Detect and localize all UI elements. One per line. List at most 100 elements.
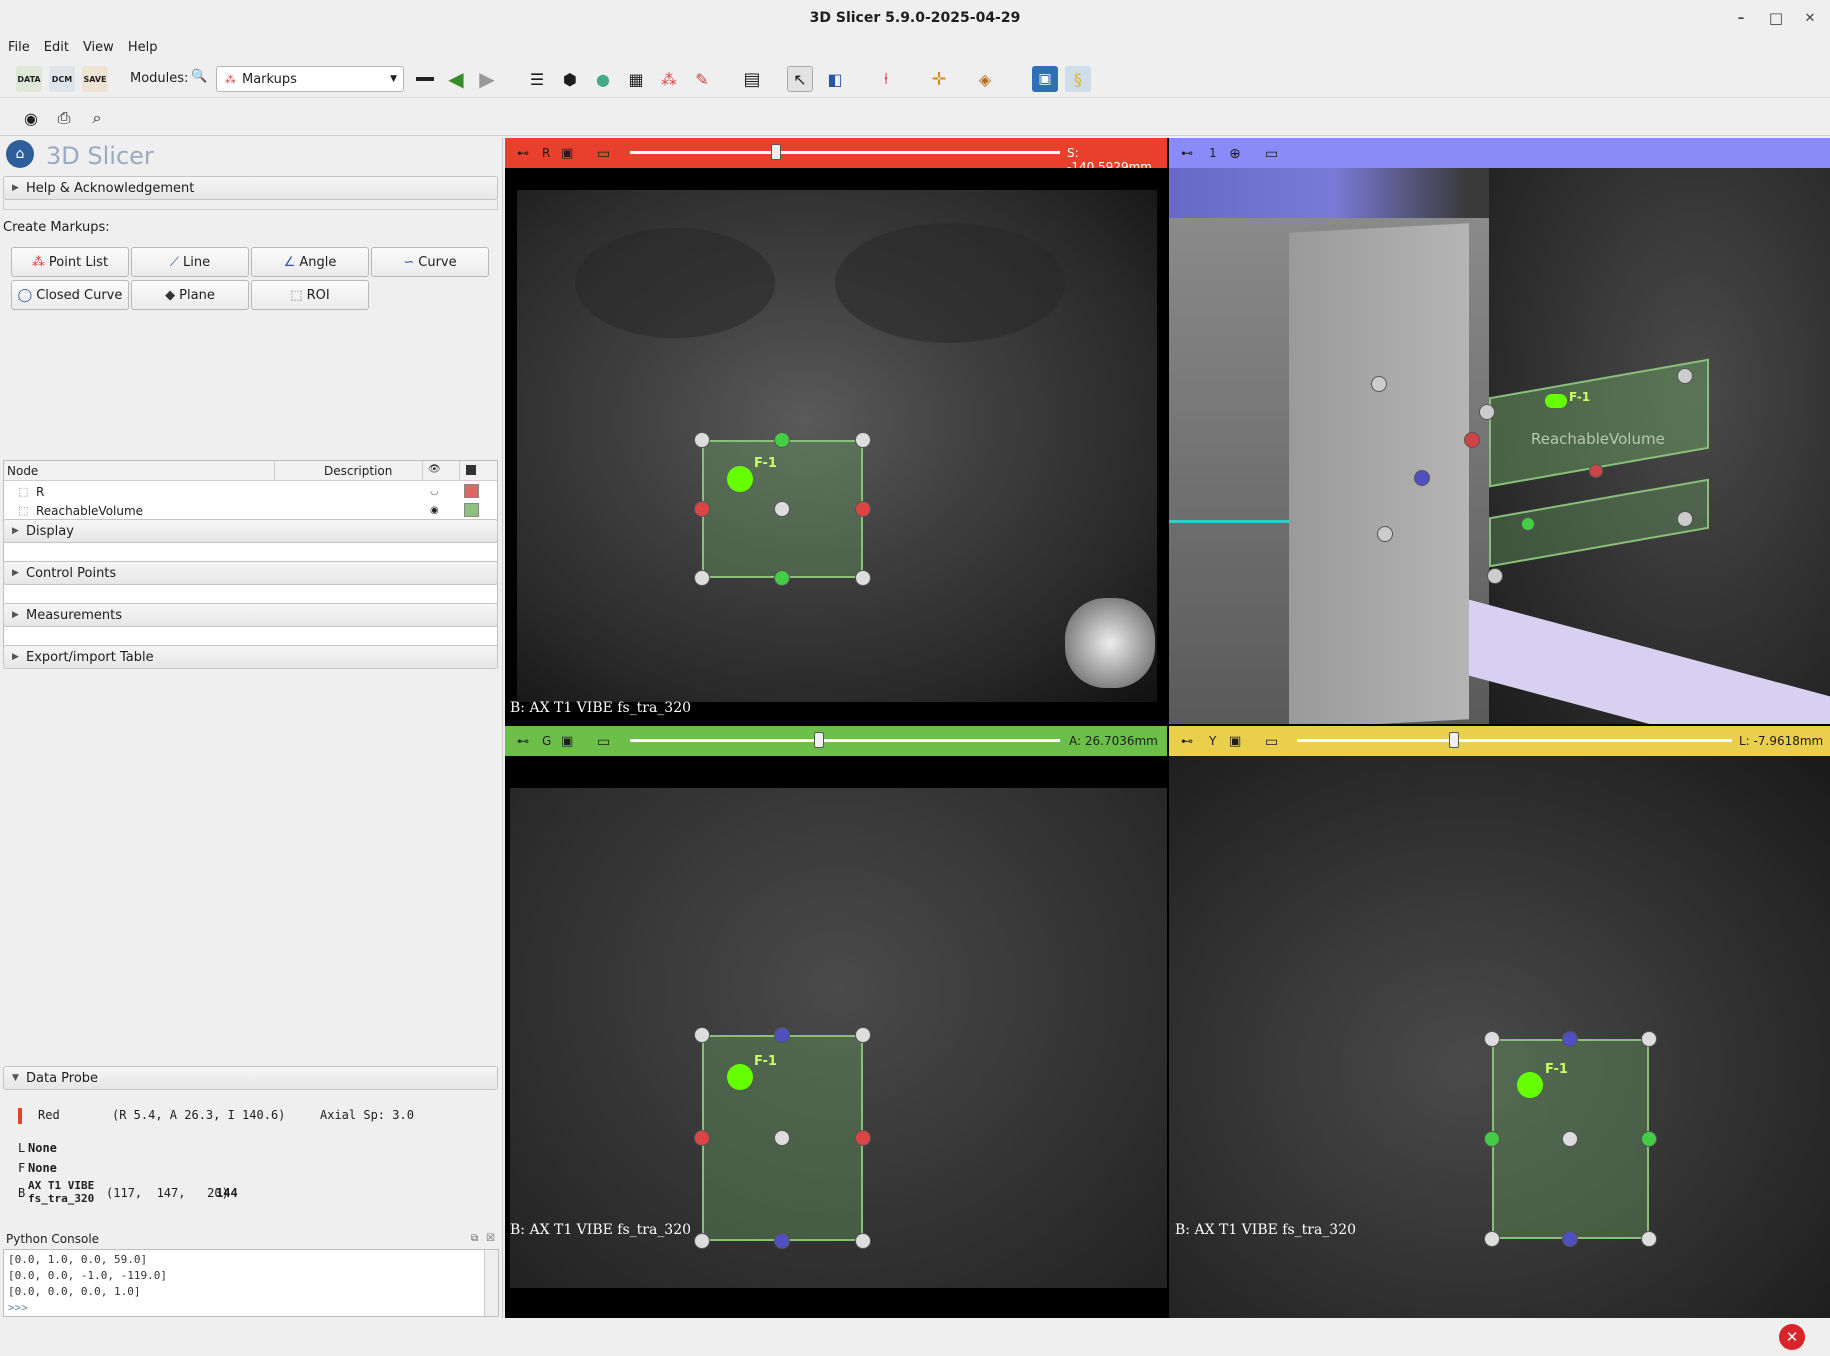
roi-edge-handle[interactable] [774,1233,790,1249]
screenshot-icon[interactable]: ◉ [18,105,44,131]
segment-editor-icon[interactable]: ✎ [689,66,715,92]
measurements-section[interactable]: ▶ Measurements [3,603,498,627]
node-color-swatch[interactable] [464,484,479,498]
roi-3d-handle[interactable] [1677,368,1693,384]
line-button[interactable]: ⟋ Line [131,247,249,277]
pin-icon[interactable]: ⊷ [1181,734,1193,748]
maximize-view-icon[interactable]: ▭ [597,146,610,162]
menu-edit[interactable]: Edit [44,40,69,55]
table-row[interactable]: ⬚ ReachableVolume ◉ [4,501,497,520]
red-slice-view[interactable]: F-1 B: AX T1 VIBE fs_tra_320 [505,168,1167,724]
console-scrollbar[interactable] [484,1250,498,1316]
roi-edge-handle[interactable] [774,1027,790,1043]
roi-3d-handle[interactable] [1589,464,1603,478]
close-window-button[interactable]: ✕ [1799,7,1821,29]
forward-arrow-icon[interactable]: ▶ [474,66,500,92]
fiducial-point[interactable] [1517,1072,1543,1098]
help-section[interactable]: ▶ Help & Acknowledgement [3,176,498,200]
roi-edge-handle[interactable] [855,501,871,517]
roi-button[interactable]: ⬚ ROI [251,280,369,310]
roi-edge-handle[interactable] [1641,1131,1657,1147]
python-console[interactable]: [0.0, 1.0, 0.0, 59.0] [0.0, 0.0, -1.0, -… [3,1249,499,1317]
console-prompt[interactable]: >>> [8,1300,494,1316]
roi-corner-handle[interactable] [1484,1031,1500,1047]
link-icon[interactable]: ▣ [561,734,573,749]
roi-3d-handle[interactable] [1464,432,1480,448]
error-log-icon[interactable]: ✕ [1779,1324,1805,1350]
roi-3d-handle[interactable] [1521,517,1535,531]
closed-curve-button[interactable]: ◯ Closed Curve [11,280,129,310]
roi-corner-handle[interactable] [694,1233,710,1249]
layout-icon[interactable]: ▤ [739,66,765,92]
roi-3d-handle[interactable] [1371,376,1387,392]
roi-corner-handle[interactable] [855,1233,871,1249]
python-icon[interactable]: § [1065,66,1091,92]
display-section[interactable]: ▶ Display [3,519,498,543]
maximize-view-icon[interactable]: ▭ [597,734,610,750]
data-module-icon[interactable]: ☰ [524,66,550,92]
roi-corner-handle[interactable] [1484,1231,1500,1247]
roi-corner-handle[interactable] [1641,1231,1657,1247]
eye-closed-icon[interactable]: ◡ [430,486,439,497]
yellow-slice-view[interactable]: F-1 B: AX T1 VIBE fs_tra_320 [1169,756,1830,1318]
roi-edge-handle[interactable] [1484,1131,1500,1147]
threed-view[interactable]: F-1 ReachableVolume [1169,168,1830,724]
green-slice-view[interactable]: F-1 B: AX T1 VIBE fs_tra_320 [505,756,1167,1318]
roi-edge-handle[interactable] [774,432,790,448]
table-row[interactable]: ⬚ R ◡ [4,482,497,501]
back-arrow-icon[interactable]: ◀ [443,66,469,92]
maximize-view-icon[interactable]: ▭ [1265,146,1278,162]
crosshair-icon[interactable]: ✛ [926,66,952,92]
point-list-button[interactable]: ⁂ Point List [11,247,129,277]
roi-edge-handle[interactable] [1562,1031,1578,1047]
roi-corner-handle[interactable] [694,570,710,586]
visibility-header-icon[interactable]: 👁 [428,464,441,475]
export-import-section[interactable]: ▶ Export/import Table [3,645,498,669]
pin-icon[interactable]: ⊷ [517,734,529,748]
roi-center-handle[interactable] [1562,1131,1578,1147]
place-point-icon[interactable]: ⍿ [873,66,899,92]
yellow-slice-slider[interactable] [1297,739,1732,742]
roi-corner-handle[interactable] [855,432,871,448]
roi-edge-handle[interactable] [855,1130,871,1146]
close-console-icon[interactable]: ☒ [486,1233,495,1244]
pin-icon[interactable]: ⊷ [517,146,529,160]
roi-center-handle[interactable] [774,1130,790,1146]
module-search-icon[interactable]: 🔍 [191,69,207,84]
node-color-swatch[interactable] [464,503,479,517]
volumes-module-icon[interactable]: ⬢ [557,66,583,92]
module-history-button[interactable] [412,66,438,92]
menu-help[interactable]: Help [128,40,158,55]
link-icon[interactable]: ▣ [561,146,573,161]
center-view-icon[interactable]: ⊕ [1229,146,1241,162]
link-icon[interactable]: ▣ [1229,734,1241,749]
pointer-icon[interactable]: ↖ [787,66,813,92]
roi-corner-handle[interactable] [694,1027,710,1043]
roi-corner-handle[interactable] [855,1027,871,1043]
menu-view[interactable]: View [83,40,114,55]
fiducial-3d-point[interactable] [1545,394,1567,408]
snapshot-icon[interactable]: ◈ [972,66,998,92]
roi-edge-handle[interactable] [694,1130,710,1146]
roi-corner-handle[interactable] [694,432,710,448]
roi-center-handle[interactable] [774,501,790,517]
eye-open-icon[interactable]: ◉ [430,505,439,516]
save-button[interactable]: SAVE [82,66,108,92]
roi-edge-handle[interactable] [774,570,790,586]
load-data-button[interactable]: DATA [16,66,42,92]
roi-edge-handle[interactable] [1562,1231,1578,1247]
models-module-icon[interactable]: ● [590,66,616,92]
fiducial-point[interactable] [727,466,753,492]
color-header-icon[interactable] [466,465,476,475]
angle-button[interactable]: ∠ Angle [251,247,369,277]
roi-edge-handle[interactable] [694,501,710,517]
curve-button[interactable]: ∽ Curve [371,247,489,277]
maximize-button[interactable]: □ [1765,7,1787,29]
roi-3d-handle[interactable] [1479,404,1495,420]
fiducial-point[interactable] [727,1064,753,1090]
data-probe-section[interactable]: ▼ Data Probe [3,1066,498,1090]
menu-file[interactable]: File [8,40,30,55]
green-slice-slider[interactable] [630,739,1060,742]
control-points-section[interactable]: ▶ Control Points [3,561,498,585]
pin-icon[interactable]: ⊷ [1181,146,1193,160]
